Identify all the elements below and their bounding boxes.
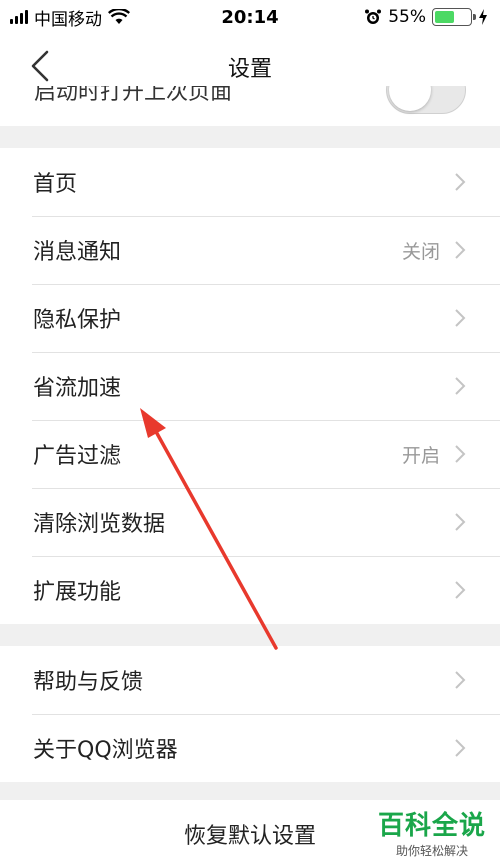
setting-label: 扩展功能	[33, 580, 122, 605]
chevron-right-icon	[455, 739, 466, 757]
setting-label: 帮助与反馈	[33, 670, 144, 695]
setting-row-about[interactable]: 关于QQ浏览器	[0, 714, 500, 782]
setting-label: 启动时打开上次页面	[34, 86, 233, 105]
wifi-icon	[108, 9, 130, 24]
watermark-subtitle: 助你轻松解决	[395, 844, 468, 858]
restore-defaults-label: 恢复默认设置	[183, 823, 316, 849]
status-bar: 中国移动 20:14 55%	[0, 0, 500, 34]
setting-label: 清除浏览数据	[33, 512, 166, 537]
chevron-right-icon	[455, 671, 466, 689]
battery-percent: 55%	[388, 7, 426, 27]
setting-row-extensions[interactable]: 扩展功能	[0, 556, 500, 624]
setting-row-home[interactable]: 首页	[0, 148, 500, 216]
charging-icon	[479, 9, 487, 25]
carrier-name: 中国移动	[34, 9, 102, 30]
chevron-right-icon	[455, 173, 466, 191]
alarm-icon	[365, 9, 382, 24]
watermark-title: 百科全说	[377, 811, 486, 841]
setting-row-help-feedback[interactable]: 帮助与反馈	[0, 646, 500, 714]
setting-row-ad-filter[interactable]: 广告过滤 开启	[0, 420, 500, 488]
restore-last-page-toggle[interactable]	[386, 86, 466, 114]
setting-label: 关于QQ浏览器	[33, 738, 178, 763]
chevron-right-icon	[455, 445, 466, 463]
status-left: 中国移动	[10, 5, 130, 30]
setting-row-restore-last-page[interactable]: 启动时打开上次页面	[0, 86, 500, 126]
setting-row-notifications[interactable]: 消息通知 关闭	[0, 216, 500, 284]
setting-row-privacy[interactable]: 隐私保护	[0, 284, 500, 352]
status-time: 20:14	[221, 6, 279, 28]
chevron-right-icon	[455, 581, 466, 599]
chevron-right-icon	[455, 309, 466, 327]
setting-label: 广告过滤	[33, 444, 122, 469]
battery-icon	[432, 8, 476, 26]
setting-value: 开启	[401, 444, 440, 467]
chevron-right-icon	[455, 241, 466, 259]
setting-label: 隐私保护	[33, 308, 122, 333]
setting-label: 省流加速	[33, 376, 122, 401]
setting-label: 消息通知	[33, 240, 122, 265]
chevron-right-icon	[455, 377, 466, 395]
setting-row-data-saver[interactable]: 省流加速	[0, 352, 500, 420]
signal-icon	[10, 10, 28, 24]
back-button[interactable]	[22, 48, 58, 84]
watermark-logo: 百科全说 助你轻松解决	[373, 803, 490, 861]
chevron-left-icon	[31, 50, 49, 82]
page-title: 设置	[227, 57, 272, 82]
status-right: 55%	[364, 7, 488, 27]
setting-label: 首页	[33, 172, 78, 197]
chevron-right-icon	[455, 513, 466, 531]
setting-value: 关闭	[401, 240, 440, 263]
settings-group-main: 首页 消息通知 关闭 隐私保护 省流加速 广告过滤 开启 清除浏览数据 扩展功能	[0, 148, 500, 624]
setting-row-clear-data[interactable]: 清除浏览数据	[0, 488, 500, 556]
settings-group-about: 帮助与反馈 关于QQ浏览器	[0, 646, 500, 782]
